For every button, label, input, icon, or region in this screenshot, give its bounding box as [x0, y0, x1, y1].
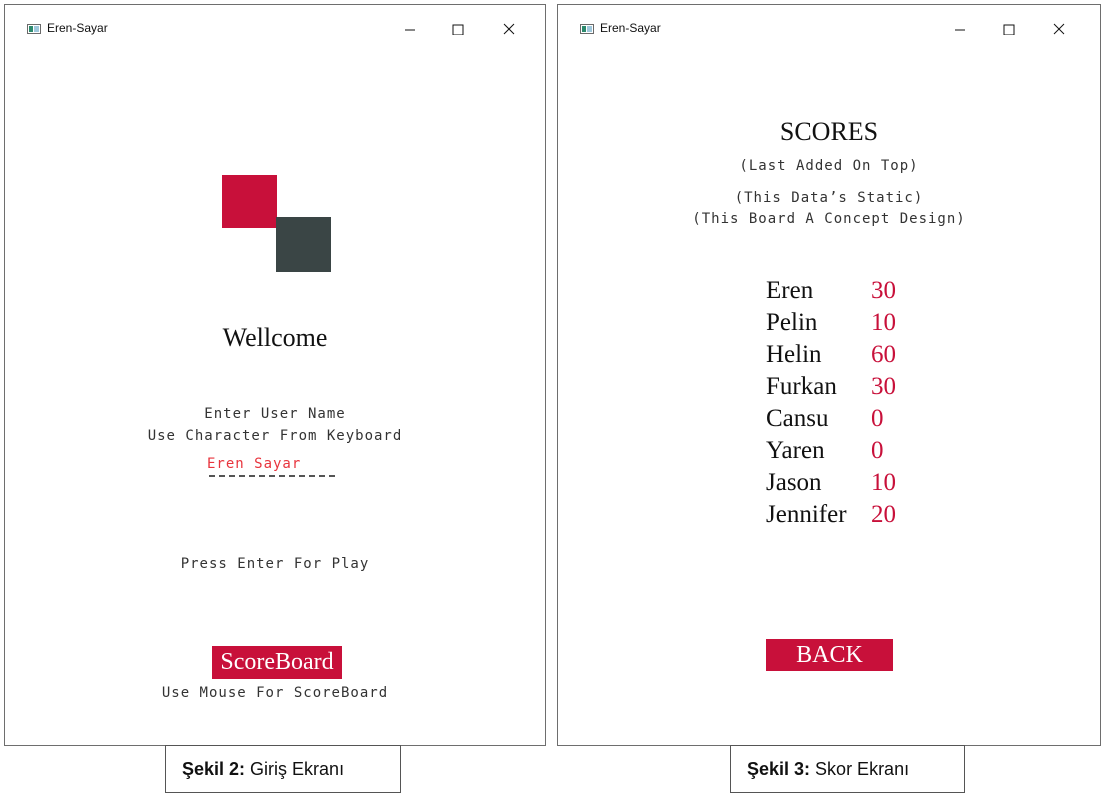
press-enter-hint: Press Enter For Play [180, 556, 370, 572]
figure-caption-scores: Şekil 3: Skor Ekranı [730, 745, 965, 793]
maximize-icon [1003, 24, 1015, 35]
player-name: Jennifer [766, 501, 847, 528]
minimize-button[interactable] [937, 15, 983, 45]
player-score: 60 [871, 341, 896, 368]
scores-subtitle: (Last Added On Top) [739, 158, 919, 174]
player-name: Helin [766, 341, 822, 368]
maximize-button[interactable] [986, 15, 1032, 45]
caption-label: Şekil 3: [747, 759, 811, 779]
instruction-use-keyboard: Use Character From Keyboard [147, 428, 403, 444]
player-score: 30 [871, 277, 896, 304]
score-row: Cansu 0 [766, 405, 966, 437]
concept-design-note: (This Board A Concept Design) [692, 211, 966, 227]
score-row: Yaren 0 [766, 437, 966, 469]
welcome-heading: Wellcome [222, 323, 328, 352]
minimize-icon [955, 29, 965, 31]
game-logo [222, 175, 332, 273]
player-name: Pelin [766, 309, 818, 336]
back-button-label: BACK [796, 642, 863, 668]
score-row: Eren 30 [766, 277, 966, 309]
minimize-button[interactable] [387, 15, 433, 45]
window-title: Eren-Sayar [600, 21, 661, 35]
player-name: Jason [766, 469, 822, 496]
caption-text: Giriş Ekranı [245, 759, 345, 779]
player-score: 0 [871, 437, 884, 464]
title-bar[interactable]: Eren-Sayar [5, 5, 545, 53]
close-button[interactable] [1036, 15, 1082, 45]
scores-list: Eren 30 Pelin 10 Helin 60 Furkan 30 Cans… [766, 277, 986, 537]
player-score: 20 [871, 501, 896, 528]
caption-text: Skor Ekranı [810, 759, 910, 779]
scores-window: Eren-Sayar SCORES (Last Added On Top) (T… [557, 4, 1101, 746]
username-field[interactable]: Eren Sayar [205, 453, 341, 479]
maximize-icon [452, 24, 464, 35]
scoreboard-button[interactable]: ScoreBoard [212, 646, 342, 679]
player-score: 30 [871, 373, 896, 400]
window-title: Eren-Sayar [47, 21, 108, 35]
username-underline [209, 475, 335, 477]
close-icon [1053, 23, 1065, 35]
score-row: Jennifer 20 [766, 501, 966, 533]
score-row: Furkan 30 [766, 373, 966, 405]
player-name: Cansu [766, 405, 829, 432]
player-score: 10 [871, 469, 896, 496]
logo-dark-square [276, 217, 331, 272]
logo-red-square [222, 175, 277, 228]
score-row: Helin 60 [766, 341, 966, 373]
title-bar[interactable]: Eren-Sayar [558, 5, 1100, 53]
username-value: Eren Sayar [207, 456, 302, 472]
instruction-enter-name: Enter User Name [204, 406, 346, 422]
player-name: Eren [766, 277, 814, 304]
player-name: Furkan [766, 373, 837, 400]
login-window: Eren-Sayar Wellcome Enter User Name Use … [4, 4, 546, 746]
app-window-icon [27, 24, 41, 34]
app-window-icon [580, 24, 594, 34]
figure-caption-login: Şekil 2: Giriş Ekranı [165, 745, 401, 793]
close-button[interactable] [486, 15, 532, 45]
score-row: Jason 10 [766, 469, 966, 501]
mouse-hint: Use Mouse For ScoreBoard [161, 685, 389, 701]
minimize-icon [405, 29, 415, 31]
score-row: Pelin 10 [766, 309, 966, 341]
player-score: 10 [871, 309, 896, 336]
scores-heading: SCORES [779, 117, 879, 146]
scoreboard-button-label: ScoreBoard [220, 649, 334, 675]
player-name: Yaren [766, 437, 825, 464]
static-data-note: (This Data’s Static) [734, 190, 924, 206]
back-button[interactable]: BACK [766, 639, 893, 671]
maximize-button[interactable] [435, 15, 481, 45]
close-icon [503, 23, 515, 35]
caption-label: Şekil 2: [182, 759, 246, 779]
player-score: 0 [871, 405, 884, 432]
